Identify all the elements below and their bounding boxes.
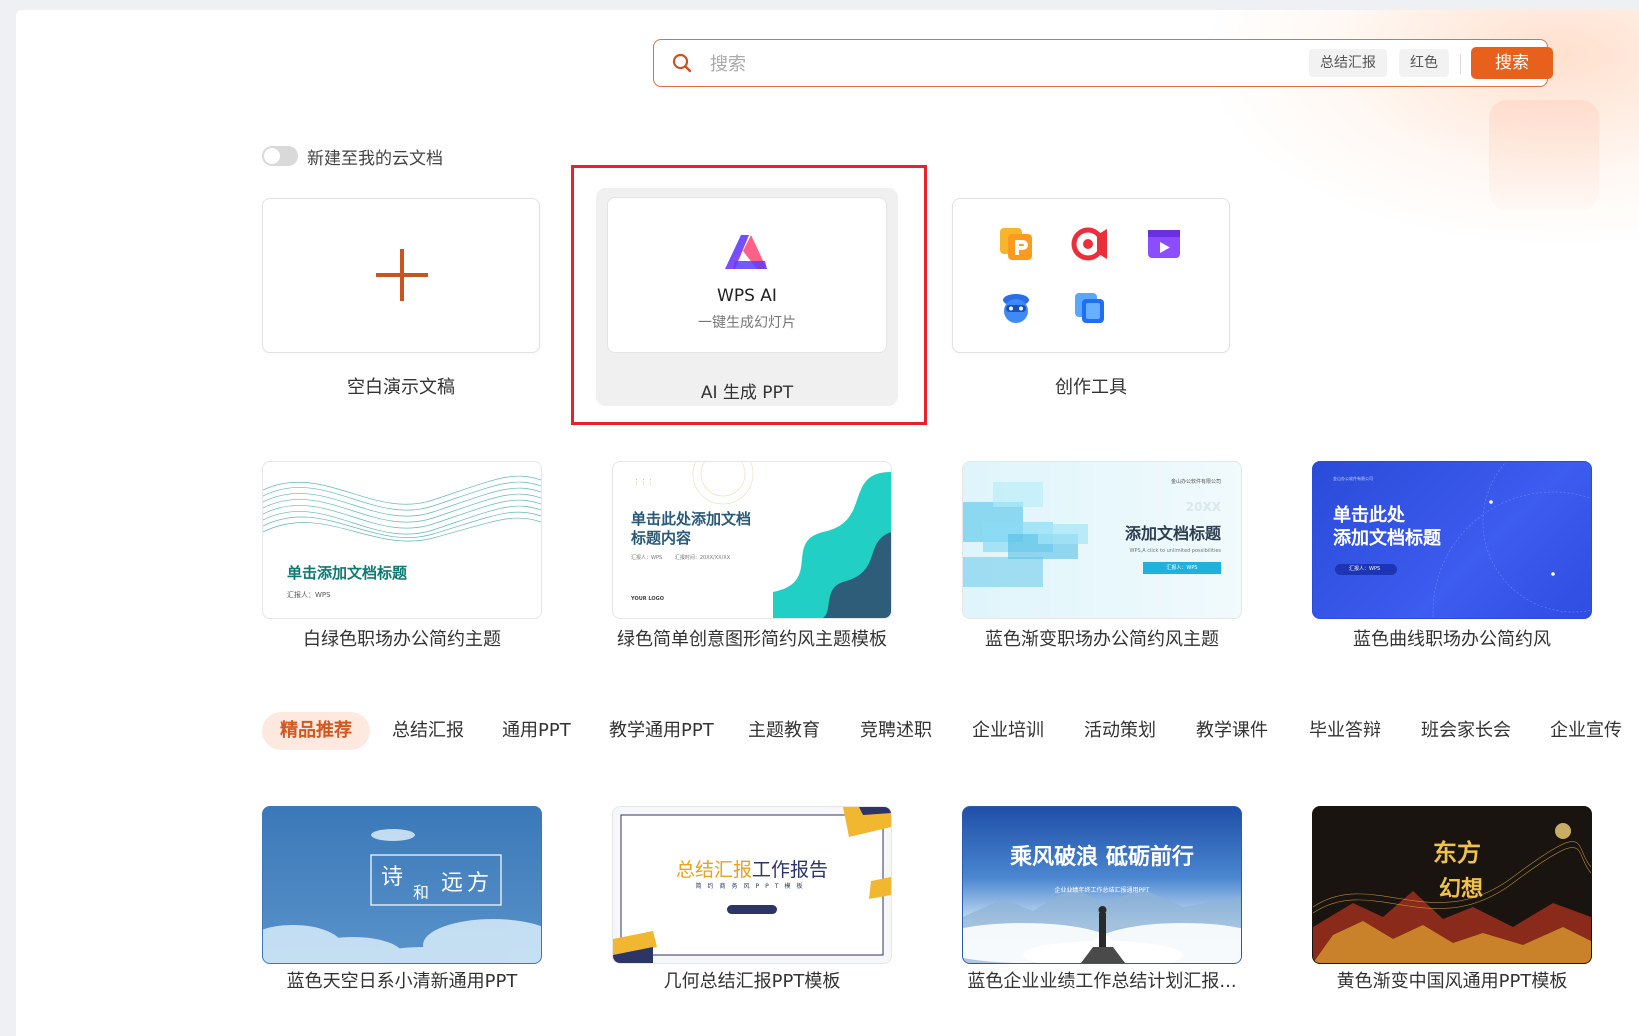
template-blue-gradient-thumbnail[interactable]: 金山办公软件有限公司 20XX 添加文档标题 WPS,A click to un… [962, 461, 1242, 619]
plus-icon-vertical [400, 249, 404, 301]
copy-tool-icon[interactable] [1071, 289, 1109, 327]
category-tab-enterprise-training[interactable]: 企业培训 [972, 712, 1044, 750]
video-clip-icon[interactable] [1145, 225, 1183, 263]
search-tag-red[interactable]: 红色 [1399, 49, 1449, 77]
template-title-top: 诗 [381, 865, 404, 890]
template-title-b: 幻想 [1439, 876, 1484, 902]
template-blue-sky-label: 蓝色天空日系小清新通用PPT [286, 971, 518, 992]
category-tab-theme-education[interactable]: 主题教育 [748, 712, 820, 750]
template-reporter-badge: 汇报人：WPS [1335, 564, 1397, 575]
template-subtitle-text: 企业业绩年终工作总结汇报通用PPT [1054, 887, 1150, 894]
category-tab-event-planning[interactable]: 活动策划 [1084, 712, 1156, 750]
template-title-text: 乘风破浪 砥砺前行 [1010, 844, 1194, 870]
blank-presentation-card[interactable] [262, 198, 540, 353]
template-title-text: 总结汇报工作报告 [613, 855, 891, 882]
category-tab-job-competition[interactable]: 竞聘述职 [860, 712, 932, 750]
cloud-save-toggle-label: 新建至我的云文档 [307, 149, 443, 169]
blank-presentation-label: 空白演示文稿 [347, 377, 455, 398]
search-tag-summary-report[interactable]: 总结汇报 [1309, 49, 1387, 77]
template-green-creative-label: 绿色简单创意图形简约风主题模板 [617, 629, 887, 650]
template-yellow-chinese-label: 黄色渐变中国风通用PPT模板 [1336, 971, 1568, 992]
creation-tools-label: 创作工具 [1055, 377, 1127, 398]
template-company-text: 金山办公软件有限公司 [1170, 479, 1221, 485]
category-tab-summary-report[interactable]: 总结汇报 [392, 712, 464, 750]
template-title-text: 单击添加文档标题 [287, 564, 408, 582]
search-button[interactable]: 搜索 [1471, 47, 1553, 79]
highlight-box [571, 165, 927, 425]
category-tab-enterprise-promo[interactable]: 企业宣传 [1550, 712, 1622, 750]
template-white-green-thumbnail[interactable]: 单击添加文档标题 汇报人：WPS [262, 461, 542, 619]
template-company-text: 金山办公软件有限公司 [1333, 476, 1373, 481]
template-title-small: 和 [413, 883, 430, 902]
template-title-text: 单击此处添加文档 标题内容 [631, 510, 751, 548]
search-icon [672, 53, 692, 73]
template-badge [727, 905, 777, 914]
template-blue-enterprise-thumbnail[interactable]: 乘风破浪 砥砺前行 企业业绩年终工作总结汇报通用PPT [962, 806, 1242, 964]
category-tab-teaching-general[interactable]: 教学通用PPT [609, 712, 714, 750]
template-title-b: 工作报告 [752, 859, 829, 881]
template-blue-curve-label: 蓝色曲线职场办公简约风 [1353, 629, 1551, 650]
template-title-line2: 添加文档标题 [1333, 528, 1441, 549]
template-title-line1: 单击此处 [1333, 505, 1405, 526]
category-tab-courseware[interactable]: 教学课件 [1196, 712, 1268, 750]
template-title-mid: 远方 [441, 871, 494, 896]
template-blue-sky-thumbnail[interactable]: 诗 和 远方 [262, 806, 542, 964]
template-geometric-summary-thumbnail[interactable]: 总结汇报工作报告 简约商务风PPT模板 [612, 806, 892, 964]
template-blue-gradient-label: 蓝色渐变职场办公简约风主题 [985, 629, 1219, 650]
template-year-text: 20XX [1185, 500, 1221, 514]
search-input[interactable] [708, 50, 1232, 78]
template-title-a: 总结汇报 [675, 859, 752, 881]
template-reporter-text: 汇报人：WPS [287, 591, 331, 599]
template-logo-text: YOUR LOGO [631, 596, 664, 602]
ppt-tool-icon[interactable] [997, 225, 1035, 263]
category-tab-general-ppt[interactable]: 通用PPT [502, 712, 571, 750]
template-white-green-label: 白绿色职场办公简约主题 [303, 629, 501, 650]
avatar-tool-icon[interactable] [997, 289, 1035, 327]
template-title-line2: 标题内容 [631, 529, 692, 547]
template-reporter-badge: 汇报人：WPS [1143, 562, 1221, 574]
template-title-a: 东方 [1433, 838, 1481, 867]
category-tab-graduation-defense[interactable]: 毕业答辩 [1309, 712, 1381, 750]
category-tab-class-meeting[interactable]: 班会家长会 [1421, 712, 1511, 750]
template-yellow-chinese-thumbnail[interactable]: 东方 幻想 [1312, 806, 1592, 964]
template-blue-enterprise-label: 蓝色企业业绩工作总结计划汇报... [967, 971, 1237, 992]
template-green-creative-thumbnail[interactable]: ⋮⋮⋮ 单击此处添加文档 标题内容 汇报人：WPS 汇报时间：20XX/XX/X… [612, 461, 892, 619]
template-title-text: 单击此处 添加文档标题 [1333, 504, 1441, 550]
template-blue-curve-thumbnail[interactable]: 金山办公软件有限公司 单击此处 添加文档标题 汇报人：WPS [1312, 461, 1592, 619]
template-title-text: 添加文档标题 [1124, 524, 1221, 543]
cloud-save-toggle[interactable] [262, 146, 298, 166]
template-subtitle-text: 简约商务风PPT模板 [695, 883, 809, 890]
template-subtitle-text: WPS,A click to unlimited possibilities [1129, 548, 1221, 554]
template-title-line1: 单击此处添加文档 [631, 510, 752, 528]
screen-record-icon[interactable] [1071, 225, 1109, 263]
template-geometric-summary-label: 几何总结汇报PPT模板 [663, 971, 841, 992]
category-tab-featured[interactable]: 精品推荐 [262, 712, 370, 750]
template-meta-text: 汇报人：WPS 汇报时间：20XX/XX/XX [631, 555, 731, 561]
search-bar: 总结汇报 红色 搜索 [653, 39, 1553, 87]
search-divider [1460, 54, 1461, 74]
background-glow-tile [1489, 100, 1599, 210]
creation-tools-card[interactable] [952, 198, 1230, 353]
svg-text:⋮⋮⋮: ⋮⋮⋮ [633, 478, 654, 486]
